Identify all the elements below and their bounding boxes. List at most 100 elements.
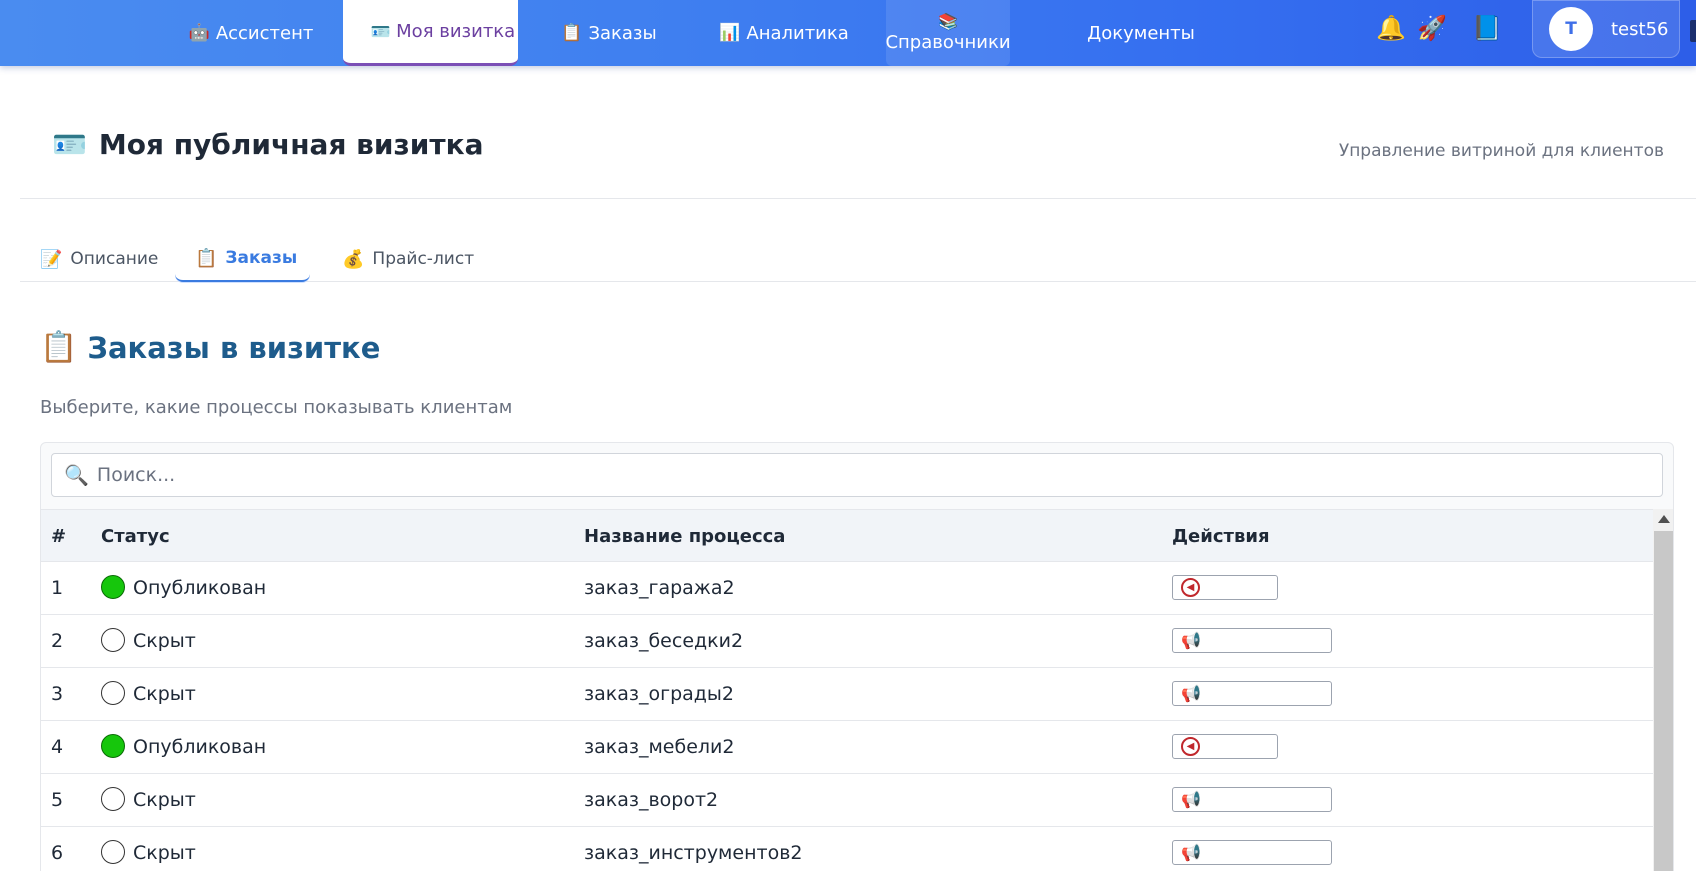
search-input[interactable] — [96, 464, 1597, 486]
row-number: 6 — [51, 842, 64, 864]
nav-item-orders[interactable]: 📋 Заказы — [554, 0, 664, 66]
memo-icon: 📝 — [40, 248, 63, 270]
row-number: 1 — [51, 577, 64, 599]
logout-icon[interactable] — [1690, 20, 1696, 42]
avatar: T — [1549, 7, 1593, 51]
page-title-text: Моя публичная визитка — [98, 128, 484, 161]
status-text: Скрыт — [133, 683, 196, 705]
hidden-status-icon — [101, 786, 125, 811]
nav-item-label: Заказы — [588, 22, 657, 44]
table-row: 5 Скрыт заказ_ворот2 📢 — [41, 774, 1653, 827]
tab-orders[interactable]: 📋 Заказы — [175, 236, 310, 282]
book-icon[interactable]: 📘 — [1472, 14, 1502, 42]
tab-bar: 📝 Описание 📋 Заказы 💰 Прайс-лист — [20, 236, 1696, 282]
status-cell: Скрыт — [101, 839, 196, 864]
nav-item-label: Документы — [1087, 22, 1195, 44]
search-icon: 🔍 — [64, 463, 89, 487]
table-row: 1 Опубликован заказ_гаража2 ◀ — [41, 562, 1653, 615]
status-cell: Скрыт — [101, 786, 196, 811]
status-text: Опубликован — [133, 577, 267, 599]
nav-item-analytics[interactable]: 📊 Аналитика — [716, 0, 852, 66]
publish-button[interactable]: 📢 — [1172, 681, 1332, 706]
row-number: 2 — [51, 630, 64, 652]
process-name: заказ_инструментов2 — [584, 842, 803, 864]
card-icon: 🪪 — [52, 128, 87, 161]
publish-button[interactable]: 📢 — [1172, 840, 1332, 865]
top-navigation-bar: 🤖 Ассистент 🪪 Моя визитка 📋 Заказы 📊 Ана… — [0, 0, 1696, 66]
clipboard-icon: 📋 — [40, 330, 78, 365]
row-number: 5 — [51, 789, 64, 811]
robot-icon: 🤖 — [188, 23, 210, 43]
table-row: 2 Скрыт заказ_беседки2 📢 — [41, 615, 1653, 668]
hidden-status-icon — [101, 680, 125, 705]
megaphone-icon: 📢 — [1181, 842, 1201, 862]
status-text: Опубликован — [133, 736, 267, 758]
bell-icon[interactable]: 🔔 — [1376, 14, 1406, 42]
tab-price-list[interactable]: 💰 Прайс-лист — [322, 236, 494, 282]
tab-description[interactable]: 📝 Описание — [20, 236, 178, 282]
table-row: 6 Скрыт заказ_инструментов2 📢 — [41, 827, 1653, 871]
hide-button[interactable]: ◀ — [1172, 575, 1278, 600]
rocket-icon[interactable]: 🚀 — [1417, 14, 1447, 42]
user-menu[interactable]: T test56 — [1532, 0, 1680, 58]
process-name: заказ_беседки2 — [584, 630, 744, 652]
status-text: Скрыт — [133, 630, 196, 652]
card-icon: 🪪 — [370, 22, 391, 41]
nav-item-my-card[interactable]: 🪪 Моя визитка — [343, 0, 518, 66]
nav-item-label: Аналитика — [746, 22, 849, 44]
nav-item-label: Ассистент — [215, 22, 314, 44]
hide-button[interactable]: ◀ — [1172, 734, 1278, 759]
money-bag-icon: 💰 — [342, 248, 365, 270]
status-cell: Скрыт — [101, 680, 196, 705]
published-status-icon — [101, 574, 125, 599]
publish-button[interactable]: 📢 — [1172, 787, 1332, 812]
status-cell: Опубликован — [101, 733, 267, 758]
row-number: 3 — [51, 683, 64, 705]
column-header-number: # — [51, 526, 67, 547]
megaphone-icon: 📢 — [1181, 683, 1201, 703]
scroll-up-arrow-icon[interactable] — [1658, 515, 1670, 523]
column-header-process-name: Название процесса — [584, 526, 786, 547]
clipboard-icon: 📋 — [561, 23, 583, 43]
nav-item-directories[interactable]: 📚 Справочники — [885, 0, 1011, 66]
hidden-status-icon — [101, 627, 125, 652]
tab-label: Прайс-лист — [372, 249, 475, 269]
row-number: 4 — [51, 736, 64, 758]
tab-label: Заказы — [225, 248, 298, 268]
section-title: 📋 Заказы в визитке — [40, 330, 380, 365]
username: test56 — [1611, 18, 1669, 40]
nav-item-documents[interactable]: Документы — [1076, 0, 1206, 66]
process-name: заказ_ворот2 — [584, 789, 719, 811]
status-cell: Скрыт — [101, 627, 196, 652]
tab-label: Описание — [70, 249, 159, 269]
nav-item-label-text: Моя визитка — [396, 21, 516, 42]
nav-item-label: Справочники — [885, 31, 1011, 53]
section-description: Выберите, какие процессы показывать клие… — [40, 397, 513, 418]
table-row: 4 Опубликован заказ_мебели2 ◀ — [41, 721, 1653, 774]
search-box[interactable]: 🔍 — [51, 453, 1663, 497]
page-title: 🪪 Моя публичная визитка — [52, 128, 484, 161]
column-header-actions: Действия — [1172, 526, 1270, 547]
column-header-status: Статус — [101, 526, 170, 547]
table-scrollbar[interactable] — [1653, 509, 1673, 871]
section-title-text: Заказы в визитке — [87, 330, 381, 365]
megaphone-icon: 📢 — [1181, 630, 1201, 650]
published-status-icon — [101, 733, 125, 758]
header-divider — [20, 198, 1696, 199]
nav-item-assistant[interactable]: 🤖 Ассистент — [186, 0, 316, 66]
process-name: заказ_мебели2 — [584, 736, 735, 758]
chart-icon: 📊 — [719, 23, 741, 43]
status-text: Скрыт — [133, 842, 196, 864]
table-header: # Статус Название процесса Действия — [41, 509, 1653, 562]
process-name: заказ_ограды2 — [584, 683, 735, 705]
mute-icon: ◀ — [1181, 578, 1200, 597]
status-text: Скрыт — [133, 789, 196, 811]
status-cell: Опубликован — [101, 574, 267, 599]
mute-icon: ◀ — [1181, 737, 1200, 756]
publish-button[interactable]: 📢 — [1172, 628, 1332, 653]
nav-item-label: 🪪 Моя визитка — [370, 20, 516, 43]
scrollbar-thumb[interactable] — [1654, 531, 1673, 871]
megaphone-icon: 📢 — [1181, 789, 1201, 809]
books-icon: 📚 — [938, 11, 958, 31]
process-name: заказ_гаража2 — [584, 577, 735, 599]
